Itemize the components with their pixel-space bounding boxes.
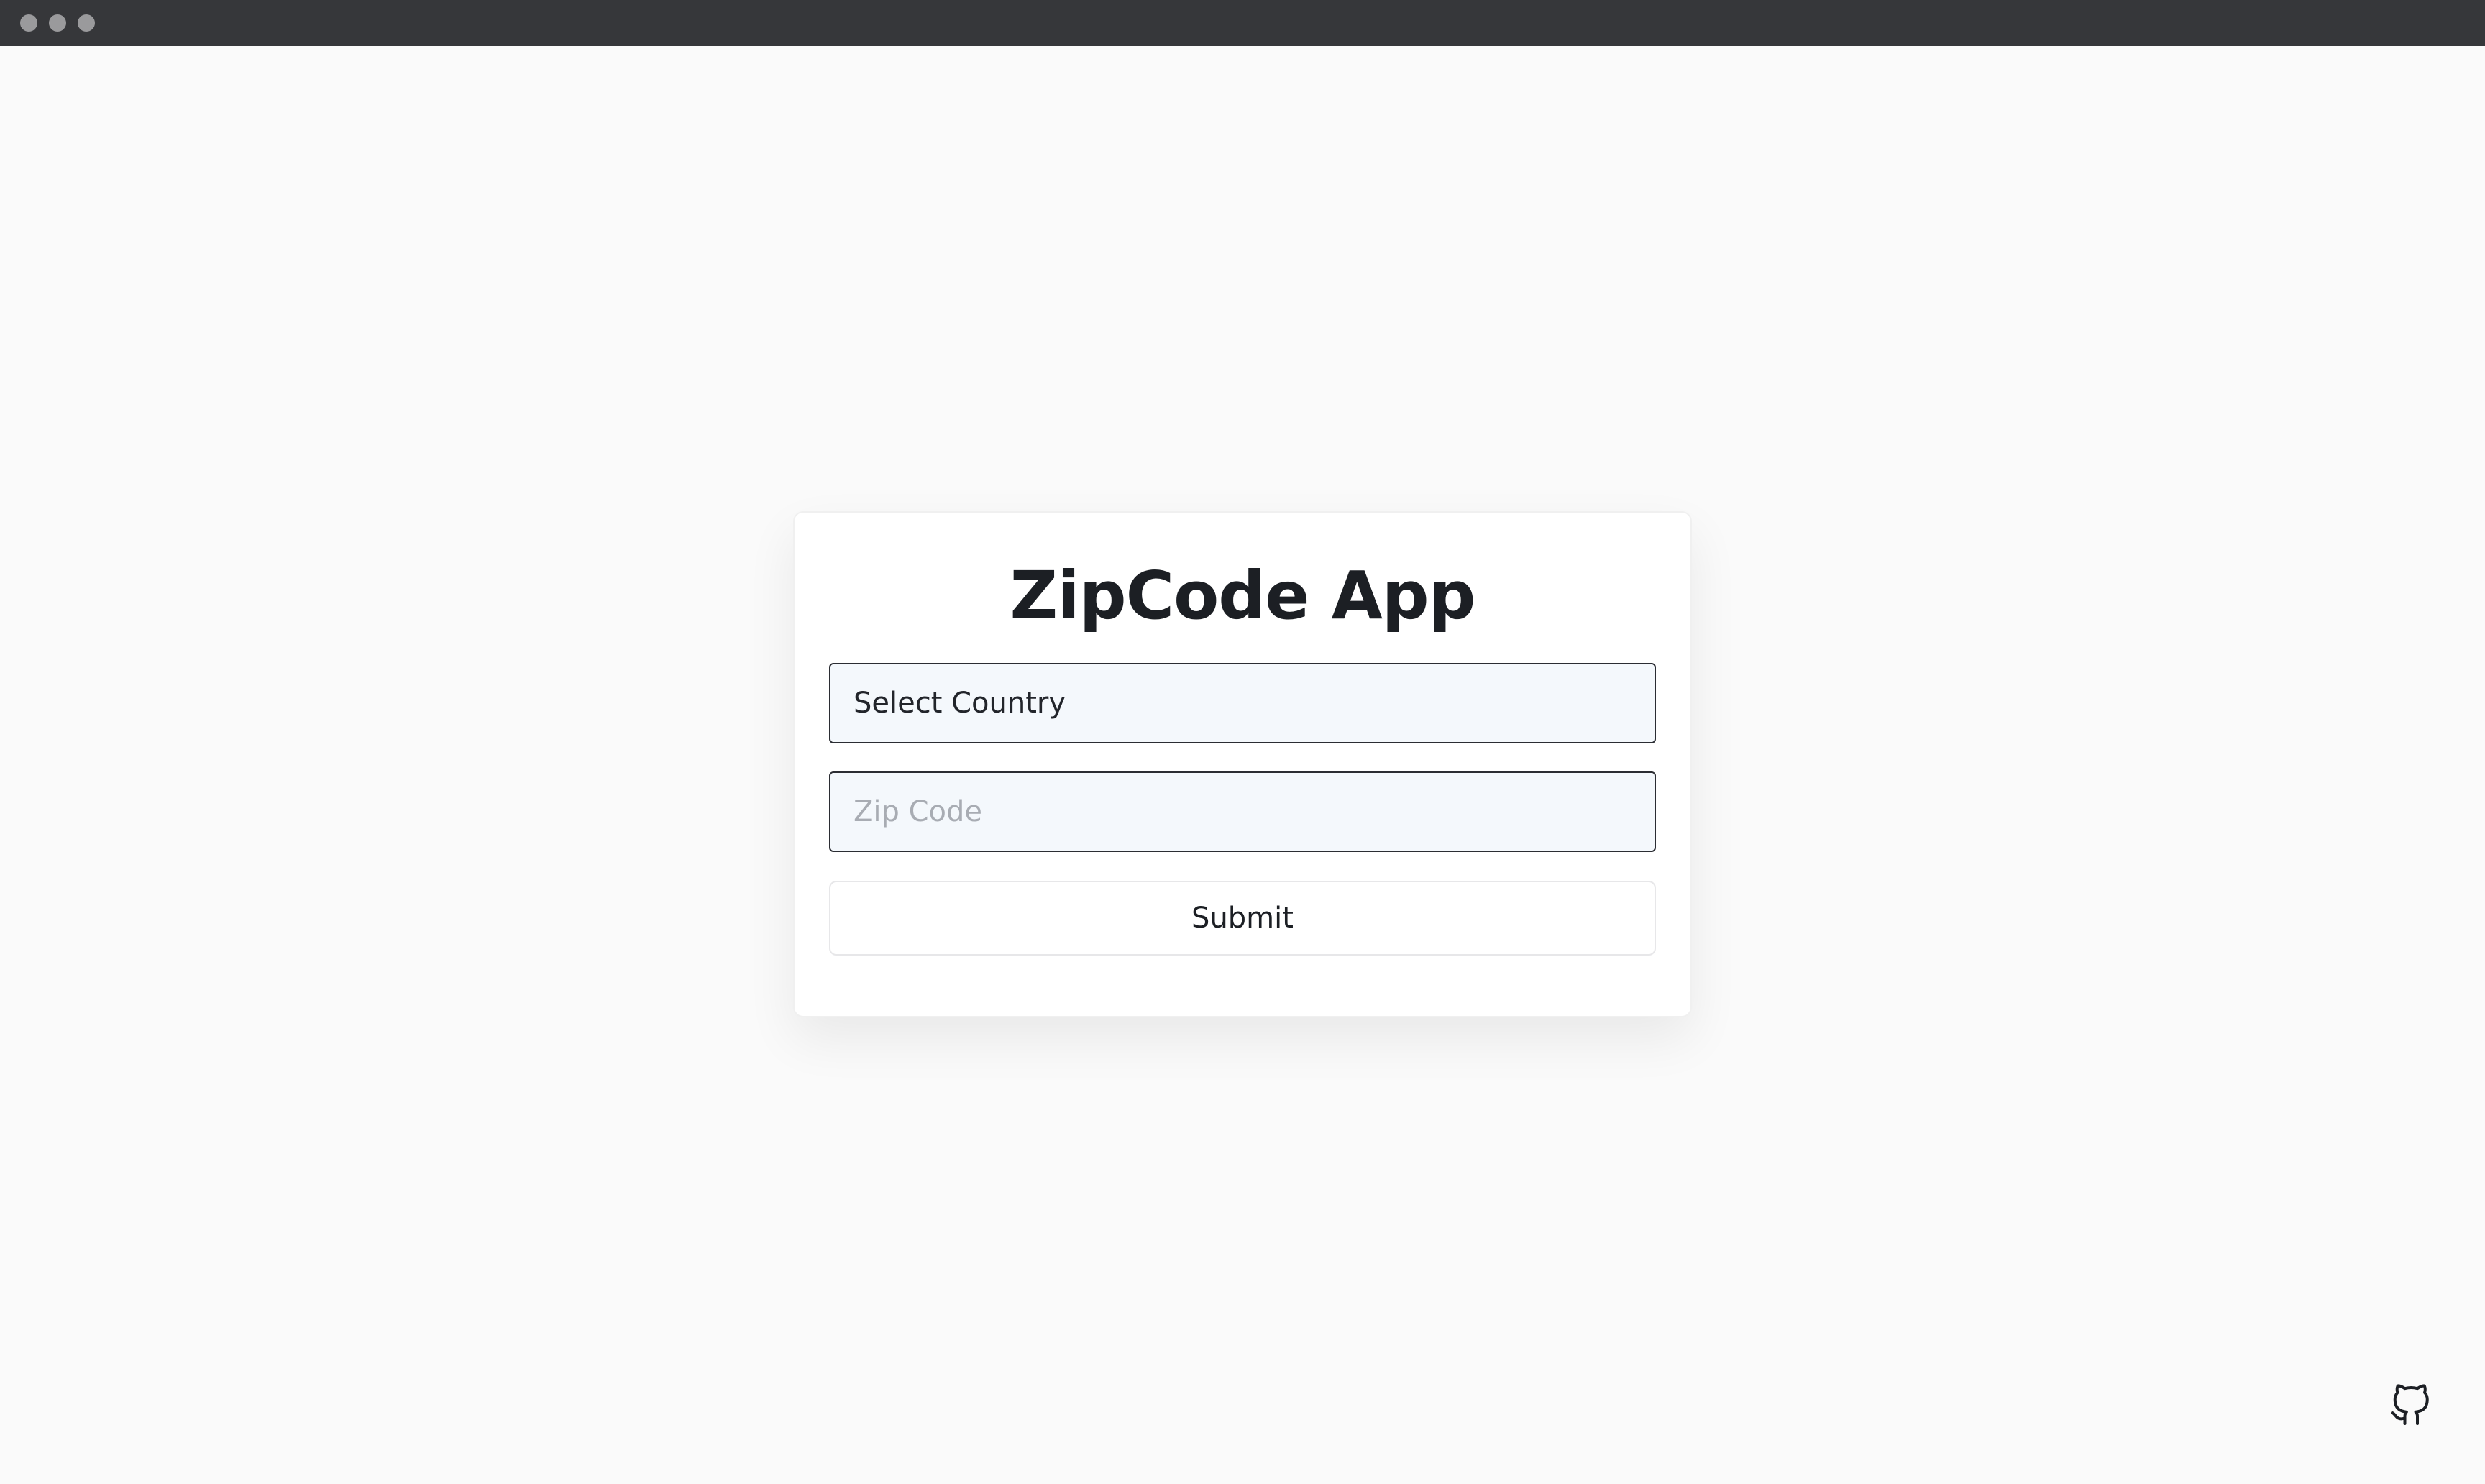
country-select[interactable]: Select Country bbox=[829, 663, 1656, 743]
github-icon[interactable] bbox=[2389, 1384, 2432, 1427]
zipcode-form-card: ZipCode App Select Country Submit bbox=[793, 511, 1692, 1017]
app-title: ZipCode App bbox=[1010, 557, 1475, 634]
maximize-window-dot[interactable] bbox=[78, 14, 95, 32]
close-window-dot[interactable] bbox=[20, 14, 37, 32]
minimize-window-dot[interactable] bbox=[49, 14, 66, 32]
zip-code-input[interactable] bbox=[829, 771, 1656, 852]
submit-button[interactable]: Submit bbox=[829, 881, 1656, 956]
window-titlebar bbox=[0, 0, 2485, 46]
